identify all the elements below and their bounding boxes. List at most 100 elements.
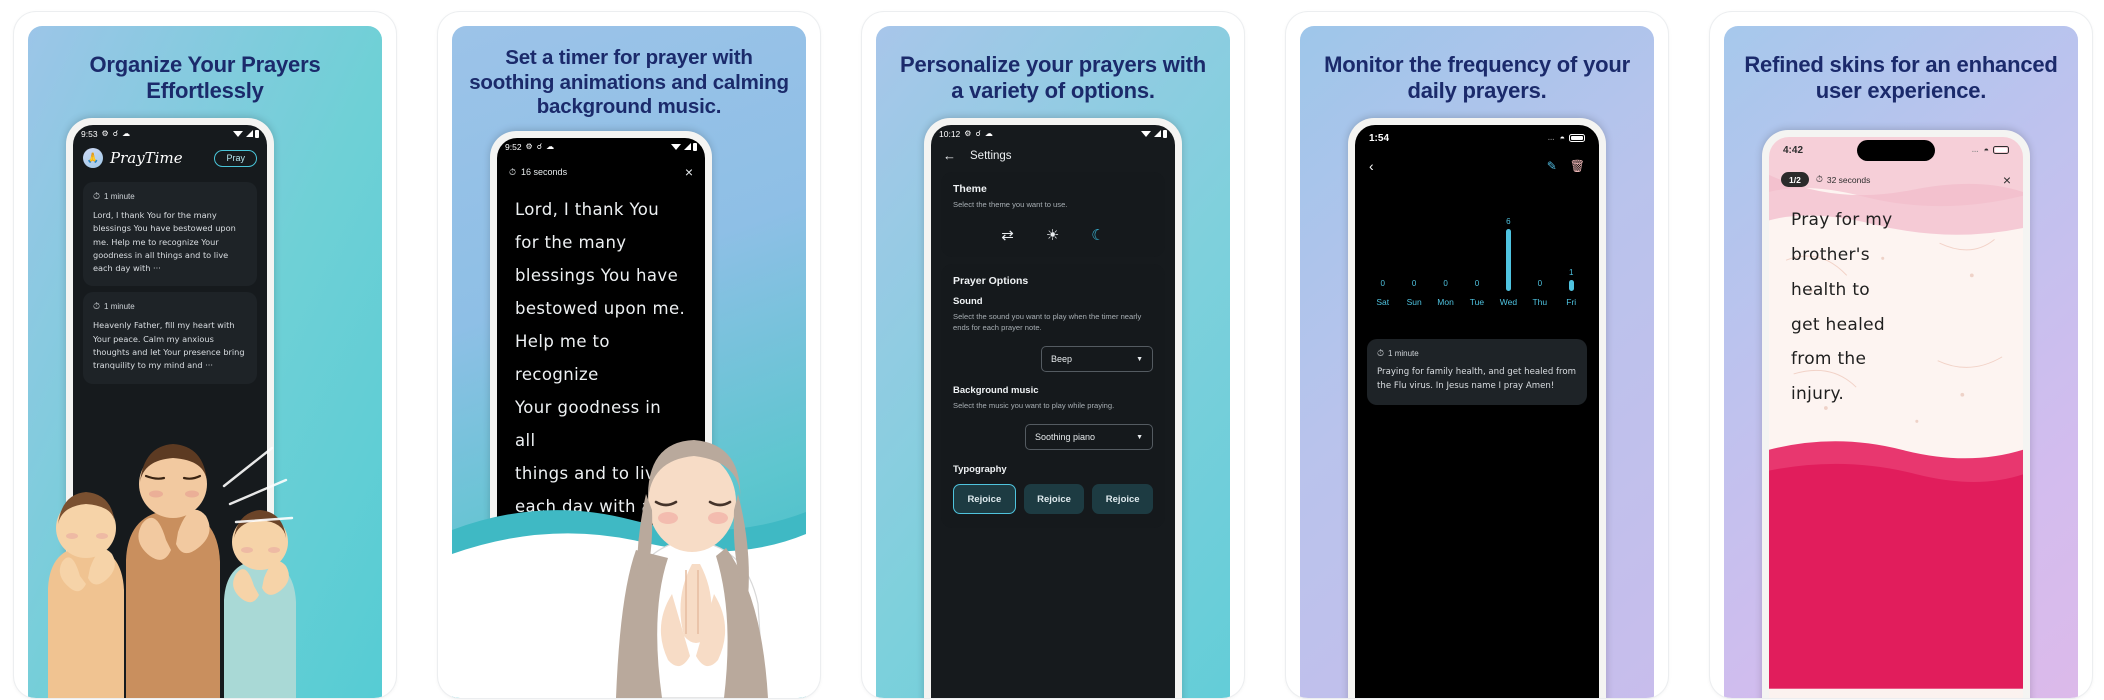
prayer-line: bestowed upon me. [515,299,686,318]
prayer-line: injury. [1791,384,1845,405]
chart-bars: 0 0 0 0 6 0 1 [1367,203,1587,291]
card-1-headline: Organize Your Prayers Effortlessly [89,52,321,104]
gallery-card-2[interactable]: Set a timer for prayer with soothing ani… [438,12,820,698]
typography-chip[interactable]: Rejoice [1023,484,1085,514]
battery-icon [693,142,697,151]
background-music-select[interactable]: Soothing piano ▼ [1025,424,1153,450]
timer-icon: ⏱ [509,166,517,177]
chart-x-label: Wed [1499,297,1518,307]
note-text: Heavenly Father, fill my heart with Your… [93,320,245,371]
card-3-status-bar: 10:12 ⚙ ☌ ☁ [931,125,1175,142]
typography-label: Typography [953,464,1007,475]
sound-select-value: Beep [1051,354,1073,364]
toolbar-actions: ✎ 🗑 [1547,159,1585,173]
wifi-icon: ◓ [1983,145,1989,155]
system-theme-icon[interactable]: ⇄ [1001,228,1014,243]
chart-column: 0 [1524,203,1555,291]
close-icon[interactable]: × [2003,173,2011,187]
theme-panel: Theme Select the theme you want to use. … [941,172,1165,257]
sound-description: Select the sound you want to play when t… [953,312,1142,332]
gallery-card-4[interactable]: Monitor the frequency of your daily pray… [1286,12,1668,698]
sound-select[interactable]: Beep ▼ [1041,346,1153,372]
card-5-headline: Refined skins for an enhanced user exper… [1744,52,2058,104]
pencil-icon[interactable]: ✎ [1547,159,1557,173]
card-4-phone-mockup: 1:54 … ◓ ‹ ✎ 🗑 0 0 0 0 6 0 1 Sat Sun Mon… [1348,118,1606,698]
prayer-line: get healed [1791,314,1885,335]
prayer-line: Lord, I thank You [515,200,660,219]
card-5-background: Refined skins for an enhanced user exper… [1724,26,2078,698]
close-icon[interactable]: × [685,165,693,179]
status-indicators [1141,129,1167,138]
cloud-icon: ☁ [984,128,993,138]
status-indicators: … ◓ [1972,145,2009,155]
card-5-phone-mockup: 4:42 … ◓ 1/2 ⏱ 32 seconds × Pray for my … [1762,130,2030,698]
card-4-headline: Monitor the frequency of your daily pray… [1324,52,1630,104]
timer-readout: ⏱ 32 seconds [1816,174,1871,185]
timer-icon: ⏱ [1815,174,1823,184]
prayer-line: from the [1791,349,1867,370]
sound-setting: Sound Select the sound you want to play … [953,296,1153,372]
card-1-app-bar: 🙏 PrayTime Pray [73,142,267,176]
gallery-card-5[interactable]: Refined skins for an enhanced user exper… [1710,12,2092,698]
chart-value: 0 [1380,279,1385,288]
card-5-screen: 4:42 … ◓ 1/2 ⏱ 32 seconds × Pray for my … [1769,137,2023,698]
wifi-icon: ◓ [1559,133,1565,143]
avatar[interactable]: 🙏 [83,148,103,168]
gallery-card-3[interactable]: Personalize your prayers with a variety … [862,12,1244,698]
chart-x-label: Sun [1406,297,1422,307]
prayer-line: Pray for my [1791,210,1893,230]
note-meta: ⏱ 1 minute [93,191,247,202]
gallery-card-1[interactable]: Organize Your Prayers Effortlessly 9:53 … [14,12,396,698]
card-1-status-bar: 9:53 ⚙ ☌ ☁ [73,125,267,142]
signal-icon [1153,130,1161,137]
chart-column: 6 [1493,203,1524,291]
chart-x-label: Fri [1566,297,1577,307]
dark-theme-icon[interactable]: ☾ [1091,228,1104,243]
note-meta: ⏱ 1 minute [1377,348,1577,359]
card-1-background: Organize Your Prayers Effortlessly 9:53 … [28,26,382,698]
cloud-icon: ☁ [546,141,555,151]
chart-value: 0 [1474,279,1480,288]
prayer-note-card[interactable]: ⏱ 1 minute Praying for family health, an… [1367,339,1587,405]
chart-x-label: Sat [1376,297,1390,307]
pray-button[interactable]: Pray [214,149,257,167]
prayer-line: for the many [515,233,627,252]
battery-icon [1993,146,2009,154]
chart-column: 1 [1556,203,1587,291]
timer-icon: ⏱ [1377,348,1385,358]
chart-column: 0 [1461,203,1492,291]
wifi-icon [233,130,243,137]
typography-chip[interactable]: Rejoice [1092,484,1154,514]
card-1-screen: 9:53 ⚙ ☌ ☁ 🙏 PrayTime Pray ⏱ 1 minute Lo… [73,125,267,698]
note-duration: 1 minute [104,192,135,201]
card-2-headline: Set a timer for prayer with soothing ani… [469,46,789,119]
theme-title: Theme [953,183,987,195]
gmail-icon: ☌ [536,141,543,151]
prayer-note-card[interactable]: ⏱ 1 minute Lord, I thank You for the man… [83,182,257,287]
trash-icon[interactable]: 🗑 [1570,159,1585,173]
gear-icon: ⚙ [964,128,972,138]
prayer-line: blessings You have [515,266,679,285]
chart-value: 0 [1411,279,1417,288]
card-5-status-bar: 4:42 … ◓ [1769,137,2023,163]
background-music-description: Select the music you want to play while … [953,401,1115,410]
card-1-phone-mockup: 9:53 ⚙ ☌ ☁ 🙏 PrayTime Pray ⏱ 1 minute Lo… [66,118,274,698]
background-music-select-value: Soothing piano [1035,432,1096,442]
status-indicators [233,129,259,138]
status-time: 10:12 [939,128,961,139]
prayer-note-card[interactable]: ⏱ 1 minute Heavenly Father, fill my hear… [83,292,257,384]
card-2-status-bar: 9:52 ⚙ ☌ ☁ [497,138,705,155]
chart-value: 0 [1537,279,1543,288]
prayer-frequency-chart: 0 0 0 0 6 0 1 Sat Sun Mon Tue Wed Thu Fr… [1367,203,1587,323]
card-4-background: Monitor the frequency of your daily pray… [1300,26,1654,698]
typography-chip[interactable]: Rejoice [953,484,1016,514]
sound-label: Sound [953,296,983,307]
prayer-line: Help me to recognize [515,332,610,384]
light-theme-icon[interactable]: ☀ [1046,228,1059,243]
chart-value: 0 [1443,279,1448,288]
timer-icon: ⏱ [93,301,101,312]
back-arrow-icon[interactable]: ← [943,149,956,162]
timer-duration: 32 seconds [1826,174,1871,185]
back-chevron-icon[interactable]: ‹ [1369,159,1374,173]
card-4-toolbar: ‹ ✎ 🗑 [1355,151,1599,173]
